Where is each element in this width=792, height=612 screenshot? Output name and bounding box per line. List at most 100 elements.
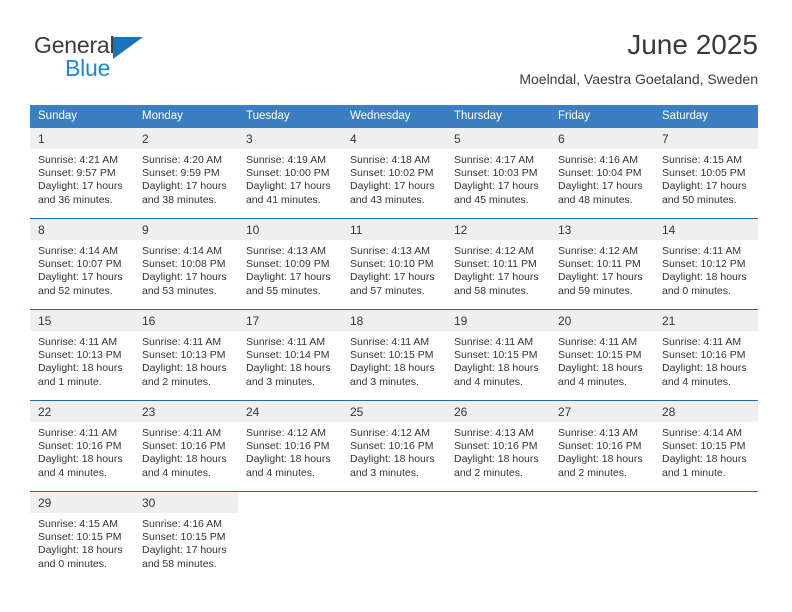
calendar-day-cell[interactable]: 28 Sunrise: 4:14 AM Sunset: 10:15 PM Daylig… [654,400,758,492]
day-sunrise-text: Sunrise: 4:12 AM [454,245,534,257]
day-number [550,492,654,513]
day-daylight1-text: Daylight: 17 hours [142,544,227,557]
day-sunrise-text: Sunrise: 4:13 AM [246,245,326,257]
calendar-day-cell[interactable]: 14 Sunrise: 4:11 AM Sunset: 10:12 PM Daylig… [654,218,758,310]
day-details: Sunrise: 4:11 AM Sunset: 10:14 PM Daylight… [238,331,342,389]
day-daylight1-text: Daylight: 17 hours [38,271,123,284]
day-daylight2-text: and 0 minutes. [662,284,731,297]
day-cell-inner: 1 Sunrise: 4:21 AM Sunset: 9:57 PM Daylight… [30,128,134,218]
day-daylight2-text: and 52 minutes. [38,284,113,297]
calendar-day-cell[interactable]: 17 Sunrise: 4:11 AM Sunset: 10:14 PM Daylig… [238,309,342,401]
weekday-header-sunday: Sunday [30,105,134,128]
calendar-day-cell[interactable]: 29 Sunrise: 4:15 AM Sunset: 10:15 PM Daylig… [30,491,134,582]
day-sunset-text: Sunset: 10:02 PM [350,167,434,180]
day-daylight1-text: Daylight: 17 hours [454,180,539,193]
weekday-header-row: Sunday Monday Tuesday Wednesday Thursday… [30,105,758,128]
day-daylight2-text: and 53 minutes. [142,284,217,297]
calendar-day-cell[interactable]: 8 Sunrise: 4:14 AM Sunset: 10:07 PM Dayligh… [30,218,134,310]
day-details: Sunrise: 4:11 AM Sunset: 10:15 PM Daylight… [550,331,654,389]
day-number: 28 [654,401,758,422]
day-sunrise-text: Sunrise: 4:11 AM [350,336,430,348]
day-daylight1-text: Daylight: 17 hours [350,271,435,284]
day-details: Sunrise: 4:11 AM Sunset: 10:13 PM Daylight… [134,331,238,389]
calendar-day-cell[interactable]: 15 Sunrise: 4:11 AM Sunset: 10:13 PM Daylig… [30,309,134,401]
calendar-day-cell[interactable]: 2 Sunrise: 4:20 AM Sunset: 9:59 PM Daylight… [134,128,238,219]
day-number: 19 [446,310,550,331]
day-daylight2-text: and 2 minutes. [454,466,523,479]
day-cell-inner [238,492,342,582]
calendar-day-cell[interactable]: 25 Sunrise: 4:12 AM Sunset: 10:16 PM Daylig… [342,400,446,492]
day-details: Sunrise: 4:15 AM Sunset: 10:15 PM Daylight… [30,513,134,571]
day-sunrise-text: Sunrise: 4:12 AM [558,245,638,257]
calendar-day-cell[interactable]: 24 Sunrise: 4:12 AM Sunset: 10:16 PM Daylig… [238,400,342,492]
calendar-week-row: 29 Sunrise: 4:15 AM Sunset: 10:15 PM Daylig… [30,491,758,582]
calendar-day-cell[interactable]: 22 Sunrise: 4:11 AM Sunset: 10:16 PM Daylig… [30,400,134,492]
day-number: 6 [550,128,654,149]
calendar-day-cell[interactable]: 19 Sunrise: 4:11 AM Sunset: 10:15 PM Daylig… [446,309,550,401]
day-daylight1-text: Daylight: 17 hours [142,271,227,284]
day-sunrise-text: Sunrise: 4:18 AM [350,154,430,166]
calendar-day-cell[interactable]: 9 Sunrise: 4:14 AM Sunset: 10:08 PM Dayligh… [134,218,238,310]
calendar-day-cell[interactable]: 16 Sunrise: 4:11 AM Sunset: 10:13 PM Daylig… [134,309,238,401]
calendar-day-cell[interactable]: 12 Sunrise: 4:12 AM Sunset: 10:11 PM Daylig… [446,218,550,310]
calendar-empty-cell [654,491,758,582]
day-daylight2-text: and 2 minutes. [142,375,211,388]
day-daylight1-text: Daylight: 18 hours [246,362,331,375]
day-cell-inner: 21 Sunrise: 4:11 AM Sunset: 10:16 PM Daylig… [654,310,758,400]
general-blue-logo[interactable]: General Blue [34,34,254,80]
triangle-icon [113,37,144,59]
calendar-day-cell[interactable]: 11 Sunrise: 4:13 AM Sunset: 10:10 PM Daylig… [342,218,446,310]
calendar-day-cell[interactable]: 18 Sunrise: 4:11 AM Sunset: 10:15 PM Daylig… [342,309,446,401]
calendar-day-cell[interactable]: 26 Sunrise: 4:13 AM Sunset: 10:16 PM Daylig… [446,400,550,492]
day-daylight2-text: and 41 minutes. [246,193,321,206]
day-daylight1-text: Daylight: 17 hours [662,180,747,193]
day-sunrise-text: Sunrise: 4:16 AM [142,518,222,530]
day-sunset-text: Sunset: 10:16 PM [454,440,538,453]
calendar-day-cell[interactable]: 23 Sunrise: 4:11 AM Sunset: 10:16 PM Daylig… [134,400,238,492]
calendar-day-cell[interactable]: 5 Sunrise: 4:17 AM Sunset: 10:03 PM Dayligh… [446,128,550,219]
day-cell-inner: 30 Sunrise: 4:16 AM Sunset: 10:15 PM Daylig… [134,492,238,582]
day-cell-inner: 8 Sunrise: 4:14 AM Sunset: 10:07 PM Dayligh… [30,219,134,309]
day-sunrise-text: Sunrise: 4:14 AM [142,245,222,257]
day-number [446,492,550,513]
logo-text-blue: Blue [65,55,111,81]
day-details: Sunrise: 4:12 AM Sunset: 10:16 PM Daylight… [342,422,446,480]
day-number: 23 [134,401,238,422]
day-number: 27 [550,401,654,422]
calendar-empty-cell [446,491,550,582]
day-cell-inner: 12 Sunrise: 4:12 AM Sunset: 10:11 PM Daylig… [446,219,550,309]
calendar-day-cell[interactable]: 13 Sunrise: 4:12 AM Sunset: 10:11 PM Daylig… [550,218,654,310]
day-sunset-text: Sunset: 10:12 PM [662,258,746,271]
day-sunrise-text: Sunrise: 4:20 AM [142,154,222,166]
calendar-day-cell[interactable]: 20 Sunrise: 4:11 AM Sunset: 10:15 PM Daylig… [550,309,654,401]
day-sunset-text: Sunset: 10:15 PM [142,531,226,544]
day-details: Sunrise: 4:17 AM Sunset: 10:03 PM Daylight… [446,149,550,207]
day-daylight2-text: and 55 minutes. [246,284,321,297]
calendar-day-cell[interactable]: 4 Sunrise: 4:18 AM Sunset: 10:02 PM Dayligh… [342,128,446,219]
calendar-day-cell[interactable]: 6 Sunrise: 4:16 AM Sunset: 10:04 PM Dayligh… [550,128,654,219]
day-number: 3 [238,128,342,149]
calendar-day-cell[interactable]: 21 Sunrise: 4:11 AM Sunset: 10:16 PM Daylig… [654,309,758,401]
day-sunset-text: Sunset: 10:10 PM [350,258,434,271]
day-sunset-text: Sunset: 10:15 PM [38,531,122,544]
calendar-day-cell[interactable]: 3 Sunrise: 4:19 AM Sunset: 10:00 PM Dayligh… [238,128,342,219]
calendar-day-cell[interactable]: 30 Sunrise: 4:16 AM Sunset: 10:15 PM Daylig… [134,491,238,582]
day-number: 25 [342,401,446,422]
calendar-day-cell[interactable]: 7 Sunrise: 4:15 AM Sunset: 10:05 PM Dayligh… [654,128,758,219]
day-cell-inner: 14 Sunrise: 4:11 AM Sunset: 10:12 PM Daylig… [654,219,758,309]
day-daylight2-text: and 1 minute. [38,375,102,388]
calendar-day-cell[interactable]: 1 Sunrise: 4:21 AM Sunset: 9:57 PM Daylight… [30,128,134,219]
day-cell-inner: 22 Sunrise: 4:11 AM Sunset: 10:16 PM Daylig… [30,401,134,491]
day-details: Sunrise: 4:11 AM Sunset: 10:16 PM Daylight… [30,422,134,480]
calendar-head: Sunday Monday Tuesday Wednesday Thursday… [30,105,758,128]
calendar-day-cell[interactable]: 27 Sunrise: 4:13 AM Sunset: 10:16 PM Daylig… [550,400,654,492]
day-number: 13 [550,219,654,240]
calendar-day-cell[interactable]: 10 Sunrise: 4:13 AM Sunset: 10:09 PM Daylig… [238,218,342,310]
day-cell-inner: 16 Sunrise: 4:11 AM Sunset: 10:13 PM Daylig… [134,310,238,400]
day-sunset-text: Sunset: 10:07 PM [38,258,122,271]
day-cell-inner [342,492,446,582]
day-cell-inner [654,492,758,582]
day-number: 22 [30,401,134,422]
day-cell-inner: 29 Sunrise: 4:15 AM Sunset: 10:15 PM Daylig… [30,492,134,582]
day-daylight2-text: and 4 minutes. [454,375,523,388]
